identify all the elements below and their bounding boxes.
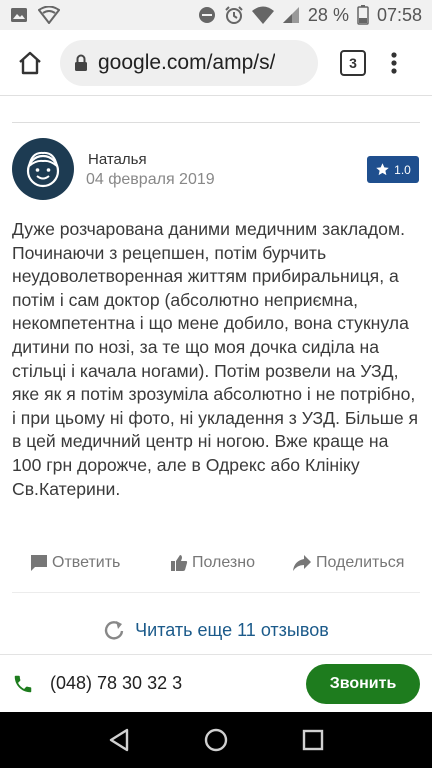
lock-icon	[75, 54, 87, 71]
phone-number[interactable]: (048) 78 30 32 3	[50, 673, 182, 694]
share-icon	[293, 555, 311, 571]
browser-toolbar: google.com/amp/s/ 3	[0, 30, 432, 96]
clock: 07:58	[376, 4, 422, 25]
back-triangle-icon	[109, 728, 128, 752]
alarm-icon	[224, 5, 244, 25]
signal-icon	[282, 6, 300, 24]
share-label: Поделиться	[316, 554, 405, 571]
do-not-disturb-icon	[198, 6, 216, 24]
user-face-icon	[26, 151, 60, 188]
call-button[interactable]: Звонить	[306, 663, 420, 704]
rating-badge: 1.0	[367, 156, 419, 183]
system-nav-bar	[0, 712, 432, 768]
address-bar[interactable]: google.com/amp/s/	[60, 39, 318, 86]
divider	[12, 592, 420, 593]
refresh-icon	[105, 621, 124, 640]
avatar	[12, 138, 74, 200]
url-text: google.com/amp/s/	[98, 50, 276, 74]
battery-percent: 28 %	[307, 4, 349, 25]
star-icon	[376, 163, 389, 176]
review-author: Наталья	[88, 151, 147, 168]
status-bar: 28 % 07:58	[0, 0, 432, 30]
phone-icon	[14, 675, 32, 692]
home-circle-icon	[204, 728, 228, 752]
review-text: Дуже розчарована даними медичним закладо…	[12, 219, 419, 499]
home-nav-button[interactable]	[198, 722, 234, 758]
recents-square-icon	[303, 729, 324, 751]
reply-button[interactable]: Ответить	[30, 554, 170, 572]
recents-button[interactable]	[295, 722, 331, 758]
call-bar: (048) 78 30 32 3 Звонить	[0, 654, 432, 712]
comment-icon	[31, 555, 47, 571]
home-button[interactable]	[12, 45, 48, 81]
overflow-menu-button[interactable]	[384, 45, 404, 81]
battery-icon	[357, 5, 369, 25]
back-button[interactable]	[101, 722, 137, 758]
more-reviews-label: Читать еще 11 отзывов	[135, 619, 329, 640]
review-date: 04 февраля 2019	[86, 171, 215, 188]
more-reviews-link[interactable]: Читать еще 11 отзывов	[0, 612, 432, 648]
home-icon	[19, 51, 41, 74]
thumbs-up-icon	[171, 555, 188, 571]
image-icon	[10, 6, 28, 24]
tab-switcher-button[interactable]: 3	[340, 49, 366, 76]
rating-value: 1.0	[394, 162, 411, 177]
more-vert-icon	[391, 51, 397, 74]
useful-button[interactable]: Полезно	[170, 554, 292, 572]
share-button[interactable]: Поделиться	[292, 554, 404, 572]
useful-label: Полезно	[192, 554, 255, 571]
divider	[12, 122, 420, 123]
wifi-shield-icon	[38, 6, 60, 24]
reply-label: Ответить	[52, 554, 121, 571]
wifi-icon	[251, 6, 274, 24]
review-actions: Ответить Полезно Поделиться	[30, 550, 420, 576]
